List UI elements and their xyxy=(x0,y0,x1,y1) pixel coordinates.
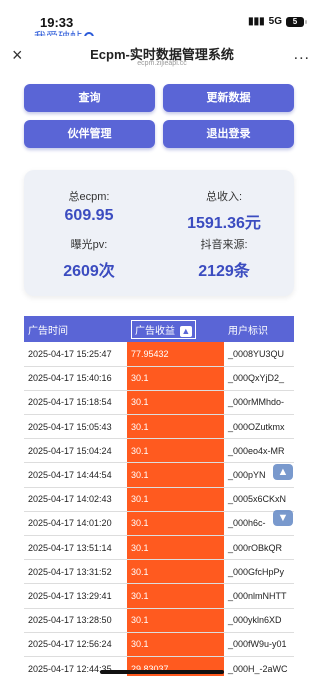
battery-icon: 5 xyxy=(286,16,307,27)
header-revenue-label: 广告收益 xyxy=(135,325,175,337)
cell-time: 2025-04-17 13:29:41 xyxy=(24,583,127,609)
cell-revenue: 30.1 xyxy=(127,559,224,585)
table-row[interactable]: 2025-04-17 15:18:54 30.1 _000rMMhdo- xyxy=(24,390,294,416)
table-row[interactable]: 2025-04-17 13:29:41 30.1 _000nlmNHTT xyxy=(24,583,294,609)
source-value: 2129条 xyxy=(198,263,250,280)
more-icon[interactable]: ... xyxy=(294,46,310,64)
cell-user: _000ykln6XD xyxy=(224,608,294,633)
cell-time: 2025-04-17 13:31:52 xyxy=(24,559,127,585)
cell-user: _000H_-2aWC xyxy=(224,656,294,676)
cell-time: 2025-04-17 12:56:24 xyxy=(24,632,127,657)
cell-time: 2025-04-17 13:28:50 xyxy=(24,608,127,633)
ecpm-label: 总ecpm: xyxy=(68,191,110,203)
cell-user: _000GfcHpPy xyxy=(224,559,294,585)
ecpm-value: 609.95 xyxy=(64,207,114,224)
cell-time: 2025-04-17 15:18:54 xyxy=(24,390,127,416)
cell-user: _000QxYjD2_ xyxy=(224,366,294,391)
cell-user: _000rOBkQR xyxy=(224,535,294,561)
cell-revenue: 30.1 xyxy=(127,583,224,609)
pv-value: 2609次 xyxy=(63,263,115,280)
table-row[interactable]: 2025-04-17 14:44:54 30.1 _000pYN xyxy=(24,462,294,488)
network-label: 5G xyxy=(268,16,282,27)
cell-user: _000nlmNHTT xyxy=(224,583,294,609)
table-row[interactable]: 2025-04-17 13:31:52 30.1 _000GfcHpPy xyxy=(24,559,294,585)
cell-revenue: 30.1 xyxy=(127,390,224,416)
page-url: ecpm.zijieapi.cc xyxy=(137,60,187,67)
cell-revenue: 30.1 xyxy=(127,511,224,537)
cell-revenue: 30.1 xyxy=(127,608,224,633)
header-time[interactable]: 广告时间 xyxy=(24,316,127,342)
scroll-up-icon[interactable]: ▲ xyxy=(273,464,293,480)
cell-time: 2025-04-17 14:02:43 xyxy=(24,487,127,512)
stats-card: 总ecpm: 609.95 总收入: 1591.36元 曝光pv: 2609次 … xyxy=(24,170,294,296)
cell-user: _000eo4x-MR xyxy=(224,438,294,464)
cell-revenue: 30.1 xyxy=(127,462,224,488)
revenue-sort-box[interactable]: 广告收益 ▲ xyxy=(131,319,196,339)
cell-revenue: 30.1 xyxy=(127,438,224,464)
cell-time: 2025-04-17 15:25:47 xyxy=(24,342,127,367)
partner-manage-button[interactable]: 伙伴管理 xyxy=(24,120,155,148)
income-value: 1591.36元 xyxy=(187,215,261,232)
table-row[interactable]: 2025-04-17 15:40:16 30.1 _000QxYjD2_ xyxy=(24,366,294,391)
source-label: 抖音来源: xyxy=(200,239,248,251)
cell-user: _000OZutkmx xyxy=(224,414,294,440)
home-indicator xyxy=(100,670,224,674)
pv-label: 曝光pv: xyxy=(70,239,108,251)
cell-revenue: 30.1 xyxy=(127,632,224,657)
cell-revenue: 30.1 xyxy=(127,487,224,512)
income-label: 总收入: xyxy=(205,191,243,203)
status-icons: ▮▮▮ 5G 5 xyxy=(248,16,307,27)
arrow-up-icon[interactable]: ▲ xyxy=(179,325,192,337)
status-bar: 19:33 ▮▮▮ 5G 5 xyxy=(0,0,324,30)
table-header-row: 广告时间 广告收益 ▲ 用户标识 xyxy=(24,316,294,342)
logout-button[interactable]: 退出登录 xyxy=(163,120,294,148)
cell-user: _000fW9u-y01 xyxy=(224,632,294,657)
table-row[interactable]: 2025-04-17 13:28:50 30.1 _000ykln6XD xyxy=(24,608,294,633)
cell-user: _000rMMhdo- xyxy=(224,390,294,416)
update-data-button[interactable]: 更新数据 xyxy=(163,84,294,112)
table-row[interactable]: 2025-04-17 15:05:43 30.1 _000OZutkmx xyxy=(24,414,294,440)
scroll-down-icon[interactable]: ▼ xyxy=(273,510,293,526)
nav-bar: × Ecpm-实时数据管理系统 ecpm.zijieapi.cc ... xyxy=(0,36,324,74)
header-revenue[interactable]: 广告收益 ▲ xyxy=(127,316,224,342)
cell-revenue: 30.1 xyxy=(127,535,224,561)
table-row[interactable]: 2025-04-17 14:01:20 30.1 _000h6c- xyxy=(24,511,294,537)
cell-time: 2025-04-17 14:01:20 xyxy=(24,511,127,537)
header-user[interactable]: 用户标识 xyxy=(224,316,294,342)
cell-user: _0005x6CKxN xyxy=(224,487,294,512)
cell-time: 2025-04-17 15:04:24 xyxy=(24,438,127,464)
ad-data-table[interactable]: 广告时间 广告收益 ▲ 用户标识 2025-04-17 15:25:47 77.9… xyxy=(24,316,294,676)
query-button[interactable]: 查询 xyxy=(24,84,155,112)
cell-revenue: 30.1 xyxy=(127,366,224,391)
table-row[interactable]: 2025-04-17 13:51:14 30.1 _000rOBkQR xyxy=(24,535,294,561)
cell-time: 2025-04-17 15:40:16 xyxy=(24,366,127,391)
cell-time: 2025-04-17 14:44:54 xyxy=(24,462,127,488)
table-row[interactable]: 2025-04-17 14:02:43 30.1 _0005x6CKxN xyxy=(24,487,294,512)
cell-time: 2025-04-17 13:51:14 xyxy=(24,535,127,561)
cell-user: _0008YU3QU xyxy=(224,342,294,367)
cell-time: 2025-04-17 15:05:43 xyxy=(24,414,127,440)
cell-revenue: 30.1 xyxy=(127,414,224,440)
table-row[interactable]: 2025-04-17 15:04:24 30.1 _000eo4x-MR xyxy=(24,438,294,464)
signal-icon: ▮▮▮ xyxy=(248,16,265,27)
table-row[interactable]: 2025-04-17 15:25:47 77.95432 _0008YU3QU xyxy=(24,342,294,367)
cell-revenue: 77.95432 xyxy=(127,342,224,367)
table-row[interactable]: 2025-04-17 12:56:24 30.1 _000fW9u-y01 xyxy=(24,632,294,657)
